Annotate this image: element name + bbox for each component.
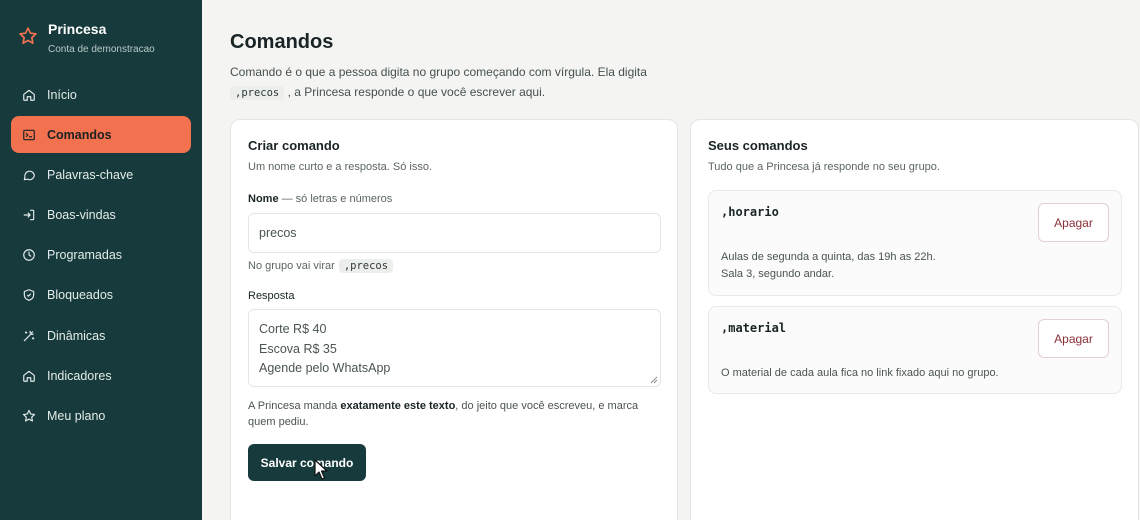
delete-command-button[interactable]: Apagar [1038,319,1109,358]
brand-subtitle: Conta de demonstracao [48,44,155,55]
sidebar-item-label: Dinâmicas [47,328,106,343]
response-textarea[interactable]: Corte R$ 40 Escova R$ 35 Agende pelo Wha… [248,309,661,387]
brand: Princesa Conta de demonstracao [18,20,155,55]
sidebar-item-inicio[interactable]: Início [11,76,191,113]
magic-wand-icon [23,330,35,341]
command-example-chip: ,precos [230,86,285,100]
sidebar-item-palavras-chave[interactable]: Palavras-chave [11,156,191,193]
shield-icon [23,289,35,302]
clock-icon [23,249,35,262]
sidebar-item-indicadores[interactable]: Indicadores [11,357,191,394]
name-label-hint: — só letras e números [281,193,393,205]
sidebar-item-label: Palavras-chave [47,167,134,182]
terminal-icon [23,129,35,140]
sidebar-item-label: Bloqueados [47,288,114,303]
response-line: Corte R$ 40 [259,322,327,336]
sidebar-item-label: Boas-vindas [47,208,116,223]
command-item-name: ,horario [721,205,779,219]
sidebar-item-comandos[interactable]: Comandos [11,116,191,154]
command-preview-chip: ,precos [338,259,394,273]
sidebar-item-meu-plano[interactable]: Meu plano [11,398,191,435]
commands-list-card: Seus comandos Tudo que a Princesa já res… [690,119,1139,520]
star-icon [22,409,36,422]
sidebar-item-label: Indicadores [47,368,112,383]
sidebar-item-bloqueados[interactable]: Bloqueados [11,277,191,314]
home-icon [23,370,35,382]
chat-bubble-icon [23,170,35,181]
response-line: Escova R$ 35 [259,341,337,356]
mouse-pointer-icon [314,459,328,480]
create-card-title: Criar comando [248,138,340,153]
description-text: Comando é o que a pessoa digita no grupo… [230,65,647,79]
home-icon [23,89,35,101]
response-line: Agende pelo WhatsApp [259,361,391,375]
brand-name: Princesa [48,21,107,37]
sidebar-item-label: Comandos [47,127,112,142]
command-item-name: ,material [721,321,787,335]
list-card-title: Seus comandos [708,138,808,153]
response-label: Resposta [248,290,295,302]
delete-command-button[interactable]: Apagar [1038,203,1109,242]
command-item: ,material O material de cada aula fica n… [708,306,1122,394]
command-item: ,horario Aulas de segunda a quinta, das … [708,190,1122,296]
command-preview: No grupo vai virar ,precos [248,259,394,273]
sidebar-item-programadas[interactable]: Programadas [11,237,191,274]
description-text: , a Princesa responde o que você escreve… [287,85,546,99]
sidebar-nav: Início Comandos Palavras-chave Boas-vind… [11,76,191,438]
command-name-input[interactable] [248,213,661,253]
create-card-subtitle: Um nome curto e a resposta. Só isso. [248,161,433,173]
sidebar-item-label: Programadas [47,248,123,263]
command-preview-text: No grupo vai virar [248,260,335,272]
command-item-response: O material de cada aula fica no link fix… [721,365,999,382]
name-label-text: Nome [248,193,279,205]
sidebar-item-label: Início [47,87,77,102]
name-label: Nome — só letras e números [248,193,392,205]
sidebar: Princesa Conta de demonstracao Início Co… [0,0,202,520]
sidebar-item-dinamicas[interactable]: Dinâmicas [11,317,191,354]
response-note: A Princesa manda exatamente este texto, … [248,398,663,430]
command-response-line: Sala 3, segundo andar. [721,268,835,280]
note-bold-text: exatamente este texto [340,400,456,412]
page-description: Comando é o que a pessoa digita no grupo… [230,62,650,103]
star-icon [19,27,37,45]
command-response-line: O material de cada aula fica no link fix… [721,367,999,379]
note-text: A Princesa manda [248,400,341,412]
create-command-card: Criar comando Um nome curto e a resposta… [230,119,678,520]
list-card-subtitle: Tudo que a Princesa já responde no seu g… [708,161,940,173]
resize-handle-icon[interactable] [650,376,658,384]
sidebar-item-label: Meu plano [47,409,106,423]
command-response-line: Aulas de segunda a quinta, das 19h as 22… [721,251,936,263]
save-command-button[interactable]: Salvar comando [248,444,366,481]
command-item-response: Aulas de segunda a quinta, das 19h as 22… [721,249,936,283]
sidebar-item-boas-vindas[interactable]: Boas-vindas [11,197,191,234]
enter-icon [23,209,35,221]
page-title: Comandos [230,31,334,53]
